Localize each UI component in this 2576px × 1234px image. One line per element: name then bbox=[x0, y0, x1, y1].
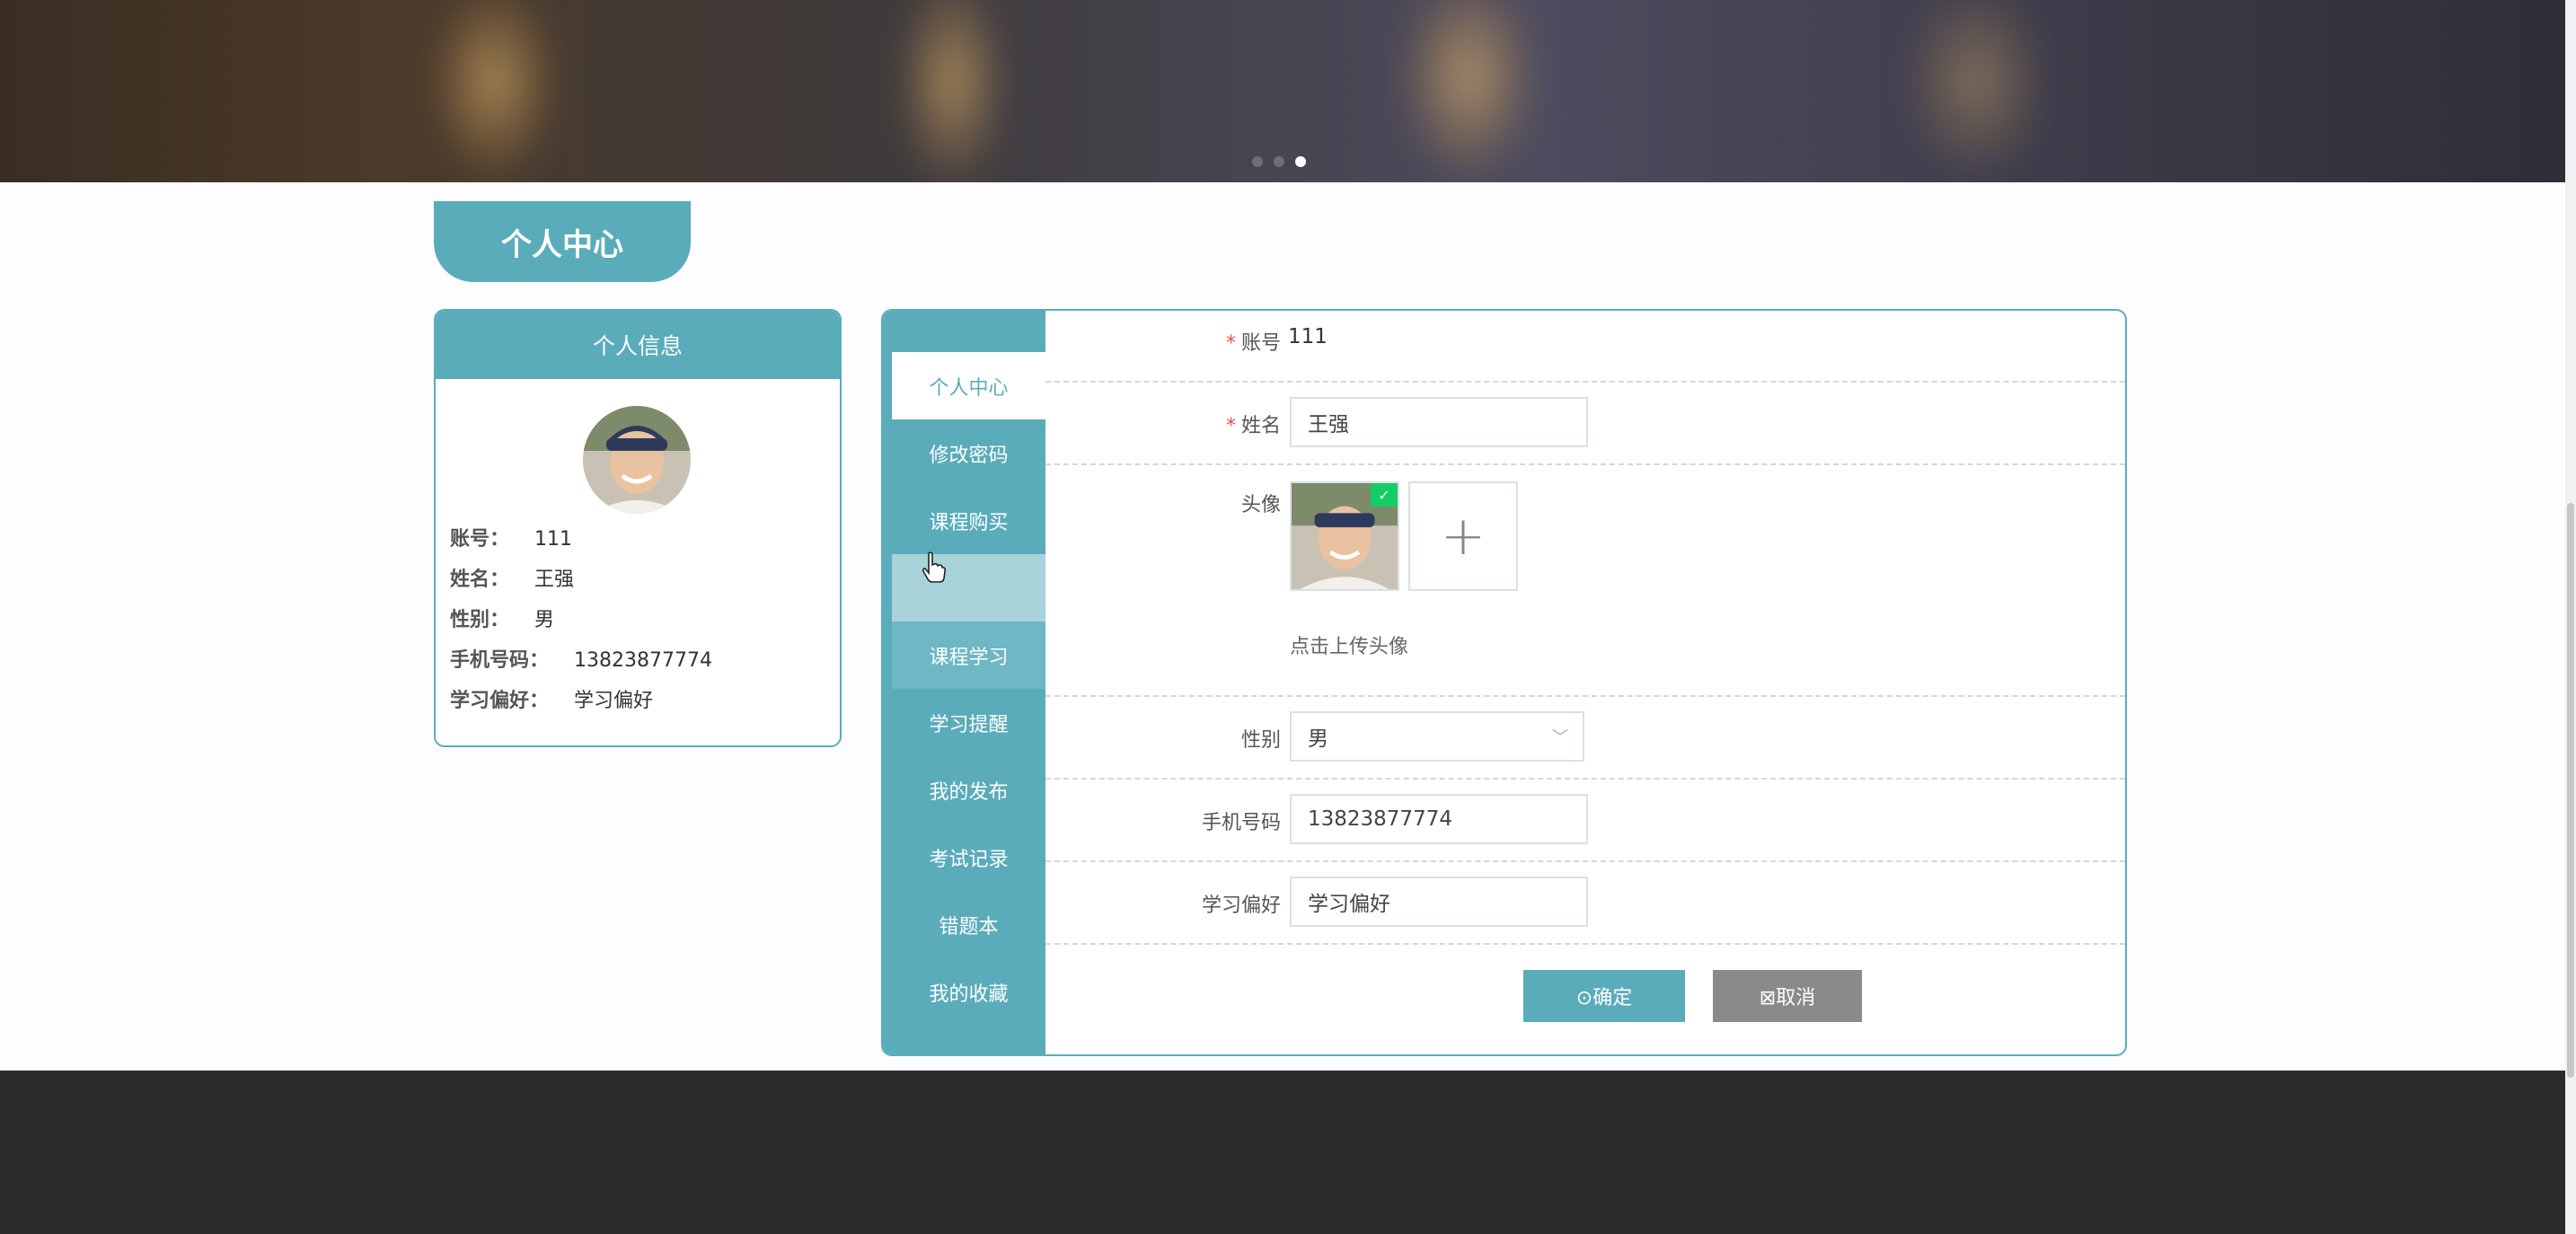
avatar-thumbnail[interactable]: ✓ bbox=[1290, 481, 1399, 591]
personal-info-card: 个人信息 账号： 111 姓名： 王强 性别：男 手机号码： 13823877774 … bbox=[434, 309, 842, 747]
nav-item-profile[interactable]: 个人中心 bbox=[892, 352, 1045, 419]
nav-item-course-purchase[interactable]: 课程购买 bbox=[892, 487, 1045, 554]
page-footer bbox=[0, 1071, 2565, 1234]
info-row-gender: 性别：男 bbox=[450, 609, 555, 631]
avatar bbox=[583, 406, 691, 514]
form-row-gender: 性别 男 ﹀ bbox=[1045, 697, 2125, 780]
nav-item-hovered[interactable] bbox=[892, 554, 1045, 621]
form-row-account: * 账号 111 bbox=[1045, 311, 2125, 383]
hand-cursor-icon bbox=[922, 551, 946, 583]
plus-icon: + bbox=[1440, 505, 1486, 568]
nav-item-favorites[interactable]: 我的收藏 bbox=[892, 958, 1045, 1026]
info-row-preference: 学习偏好： 学习偏好 bbox=[450, 690, 654, 712]
info-row-phone: 手机号码： 13823877774 bbox=[450, 649, 712, 672]
name-label: 姓名 bbox=[1240, 415, 1281, 437]
account-label: 账号 bbox=[1240, 332, 1281, 355]
upload-add-button[interactable]: + bbox=[1408, 481, 1518, 591]
gender-select[interactable]: 男 ﹀ bbox=[1290, 711, 1584, 762]
nav-item-my-posts[interactable]: 我的发布 bbox=[892, 756, 1045, 824]
nav-item-study-reminder[interactable]: 学习提醒 bbox=[892, 689, 1045, 756]
profile-form-panel: 个人中心 修改密码 课程购买 课程学习 学习提醒 我的发布 考试记录 错题本 我… bbox=[881, 309, 2127, 1056]
upload-success-check-icon: ✓ bbox=[1371, 483, 1398, 507]
form-row-phone: 手机号码 13823877774 bbox=[1045, 780, 2125, 862]
form-row-avatar: 头像 ✓ + 点击上传头像 bbox=[1045, 465, 2125, 697]
info-card-title: 个人信息 bbox=[436, 311, 840, 379]
account-value: 111 bbox=[1288, 325, 1328, 348]
gender-label: 性别 bbox=[1240, 729, 1281, 752]
nav-item-wrong-answers[interactable]: 错题本 bbox=[892, 891, 1045, 958]
phone-input[interactable]: 13823877774 bbox=[1290, 794, 1588, 844]
preference-input[interactable]: 学习偏好 bbox=[1290, 877, 1588, 927]
carousel-dot[interactable] bbox=[1274, 156, 1284, 167]
chevron-down-icon: ﹀ bbox=[1552, 728, 1568, 747]
nav-item-exam-records[interactable]: 考试记录 bbox=[892, 824, 1045, 891]
avatar-label: 头像 bbox=[1240, 494, 1281, 516]
confirm-button[interactable]: ⊙确定 bbox=[1523, 970, 1685, 1022]
page-title: 个人中心 bbox=[434, 201, 691, 282]
side-nav: 个人中心 修改密码 课程购买 课程学习 学习提醒 我的发布 考试记录 错题本 我… bbox=[883, 311, 1045, 1054]
form-row-name: * 姓名 王强 bbox=[1045, 383, 2125, 465]
required-mark: * bbox=[1225, 415, 1236, 437]
upload-hint: 点击上传头像 bbox=[1290, 636, 1409, 658]
scrollbar-thumb[interactable] bbox=[2567, 503, 2574, 1078]
info-row-account: 账号： 111 bbox=[450, 528, 573, 551]
banner-light bbox=[898, 0, 1006, 182]
nav-item-change-password[interactable]: 修改密码 bbox=[892, 419, 1045, 487]
preference-label: 学习偏好 bbox=[1201, 895, 1281, 917]
page-scrollbar[interactable] bbox=[2565, 0, 2576, 1234]
required-mark: * bbox=[1225, 332, 1236, 355]
phone-label: 手机号码 bbox=[1201, 812, 1281, 834]
banner-light bbox=[431, 0, 557, 180]
carousel-dots bbox=[1252, 156, 1306, 167]
cancel-button[interactable]: ⊠取消 bbox=[1713, 970, 1862, 1022]
info-row-name: 姓名： 王强 bbox=[450, 569, 575, 591]
hero-banner bbox=[0, 0, 2565, 182]
nav-item-course-study[interactable]: 课程学习 bbox=[892, 621, 1045, 689]
carousel-dot[interactable] bbox=[1252, 156, 1263, 167]
form-row-preference: 学习偏好 学习偏好 bbox=[1045, 862, 2125, 945]
avatar-photo-icon bbox=[583, 406, 691, 514]
carousel-dot-active[interactable] bbox=[1295, 156, 1306, 167]
gender-selected-value: 男 bbox=[1308, 727, 1328, 751]
banner-light bbox=[1401, 0, 1536, 180]
name-input[interactable]: 王强 bbox=[1290, 397, 1588, 447]
banner-light bbox=[1904, 0, 2048, 180]
